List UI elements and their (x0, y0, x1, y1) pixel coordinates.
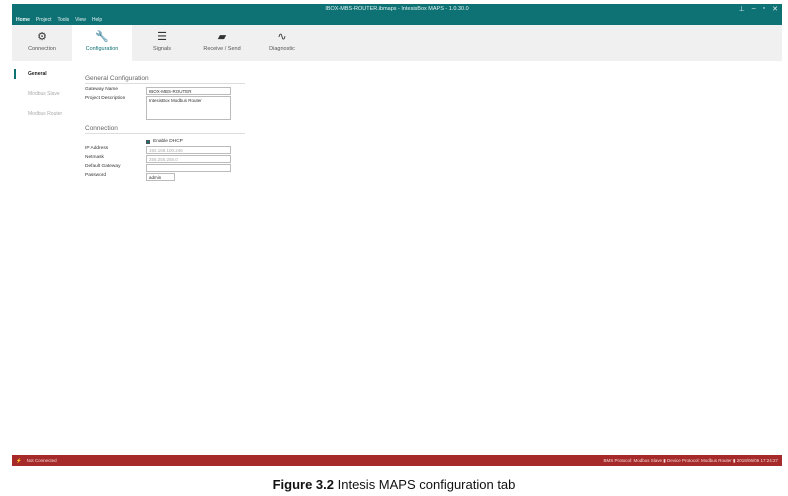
wrench-icon: 🔧 (95, 31, 109, 43)
password-label: Password (85, 173, 107, 178)
app-window: IBOX-MBS-ROUTER.ibmaps - IntesisBox MAPS… (12, 4, 782, 467)
sidebar-item-modbus-router[interactable]: Modbus Router (12, 106, 72, 126)
config-form: General Configuration Gateway Name IBOX-M… (85, 75, 245, 182)
ip-label: IP Address (85, 146, 109, 151)
gateway-name-label: Gateway Name (85, 87, 119, 92)
protocol-info: BMS Protocol: Modbus Slave ▮ Device Prot… (603, 457, 778, 463)
minimize-button[interactable]: – (752, 5, 756, 13)
transfer-icon: ▰ (217, 31, 227, 43)
title-bar: IBOX-MBS-ROUTER.ibmaps - IntesisBox MAPS… (12, 4, 782, 25)
tab-configuration[interactable]: 🔧 Configuration (72, 25, 132, 61)
figure-caption: Figure 3.2 Intesis MAPS configuration ta… (0, 477, 788, 492)
connection-icon: ⚙ (37, 31, 47, 43)
ip-input[interactable]: 192.168.100.246 (146, 146, 231, 154)
menu-help[interactable]: Help (92, 17, 102, 23)
list-icon: ☰ (157, 31, 167, 43)
dhcp-checkbox[interactable]: Enable DHCP (146, 137, 245, 146)
gateway-input[interactable] (146, 164, 231, 172)
tab-label: Configuration (85, 46, 119, 52)
ribbon: ⚙ Connection 🔧 Configuration ☰ Signals ▰ Rec… (12, 25, 782, 61)
disconnected-icon: ⚡ (16, 457, 22, 463)
netmask-input[interactable]: 255.255.255.0 (146, 155, 231, 163)
sidebar-item-general[interactable]: General (12, 66, 72, 86)
menu-project[interactable]: Project (36, 17, 52, 23)
pulse-icon: ∿ (277, 31, 287, 43)
connection-status: Not Connected (26, 458, 57, 463)
menu-view[interactable]: View (75, 17, 86, 23)
menu-bar: Home Project Tools View Help (16, 17, 102, 23)
checkbox-icon (146, 139, 150, 144)
menu-home[interactable]: Home (16, 17, 30, 23)
tab-signals[interactable]: ☰ Signals (132, 25, 192, 61)
netmask-label: Netmask (85, 155, 104, 160)
caption-number: Figure 3.2 (272, 477, 335, 492)
close-button[interactable]: ✕ (772, 5, 778, 13)
tab-connection[interactable]: ⚙ Connection (12, 25, 72, 61)
tab-label: Receive / Send (203, 46, 241, 52)
caption-text: Intesis MAPS configuration tab (334, 477, 516, 492)
sidebar-item-modbus-slave[interactable]: Modbus Slave (12, 86, 72, 106)
window-title: IBOX-MBS-ROUTER.ibmaps - IntesisBox MAPS… (325, 6, 469, 12)
section-general: General Configuration (85, 75, 245, 84)
password-input[interactable]: admin (146, 173, 175, 181)
menu-tools[interactable]: Tools (57, 17, 69, 23)
tab-label: Signals (152, 46, 172, 52)
section-connection: Connection (85, 125, 245, 134)
pin-icon[interactable]: ⊥ (739, 5, 745, 13)
project-desc-input[interactable]: IntesisBox Modbus Router (146, 96, 231, 120)
gateway-label: Default Gateway (85, 164, 121, 169)
gateway-name-input[interactable]: IBOX-MBS-ROUTER (146, 87, 231, 95)
project-desc-label: Project Description (85, 96, 126, 101)
sidebar: General Modbus Slave Modbus Router (12, 66, 72, 126)
dhcp-label: Enable DHCP (153, 139, 183, 144)
tab-receive-send[interactable]: ▰ Receive / Send (192, 25, 252, 61)
tab-label: Diagnostic (269, 46, 295, 52)
tab-diagnostic[interactable]: ∿ Diagnostic (252, 25, 312, 61)
maximize-button[interactable]: ▫ (763, 5, 765, 13)
tab-label: Connection (28, 46, 56, 52)
status-bar: ⚡ Not Connected BMS Protocol: Modbus Sla… (12, 455, 782, 466)
